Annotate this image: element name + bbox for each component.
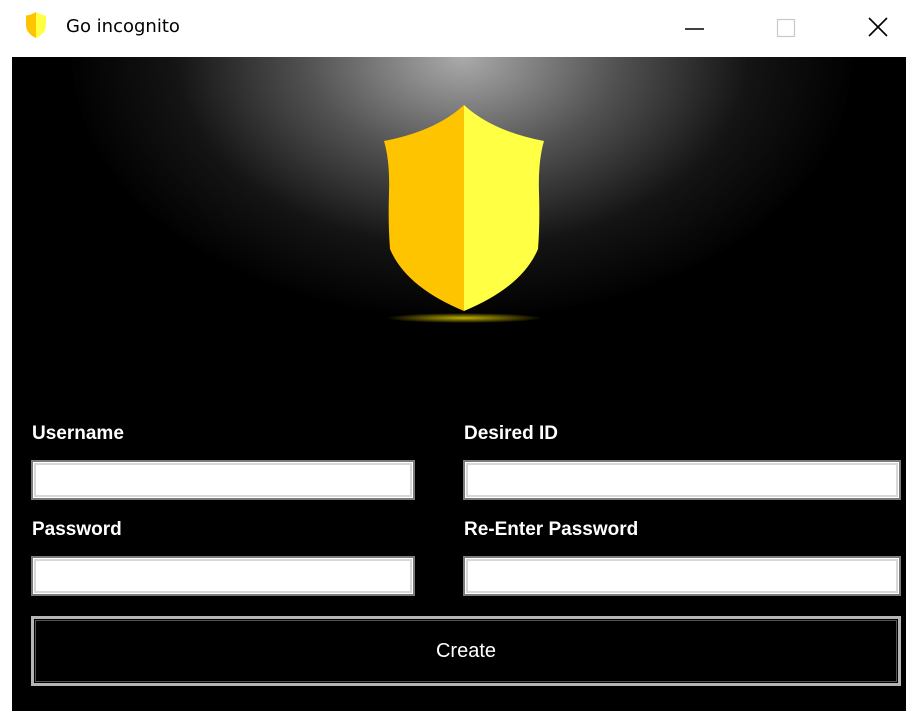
reenter-password-input[interactable] bbox=[463, 556, 901, 596]
minimize-button[interactable] bbox=[668, 0, 728, 56]
username-input[interactable] bbox=[31, 460, 415, 500]
close-button[interactable] bbox=[848, 0, 906, 56]
main-panel: Username Desired ID Password Re-Enter Pa… bbox=[12, 57, 906, 711]
reenter-password-label: Re-Enter Password bbox=[464, 519, 639, 540]
close-icon bbox=[868, 17, 888, 37]
minimize-icon bbox=[685, 28, 704, 30]
shield-logo bbox=[384, 105, 544, 323]
maximize-button[interactable] bbox=[761, 0, 821, 56]
username-label: Username bbox=[32, 423, 124, 444]
create-button[interactable]: Create bbox=[31, 616, 901, 686]
password-label: Password bbox=[32, 519, 122, 540]
app-window: Go incognito Username Desired ID Passwor… bbox=[0, 0, 906, 711]
desired-id-input[interactable] bbox=[463, 460, 901, 500]
password-input[interactable] bbox=[31, 556, 415, 596]
maximize-icon bbox=[776, 18, 796, 38]
shield-icon bbox=[25, 11, 47, 39]
desired-id-label: Desired ID bbox=[464, 423, 558, 444]
title-bar[interactable]: Go incognito bbox=[0, 0, 906, 56]
window-title: Go incognito bbox=[66, 16, 180, 37]
